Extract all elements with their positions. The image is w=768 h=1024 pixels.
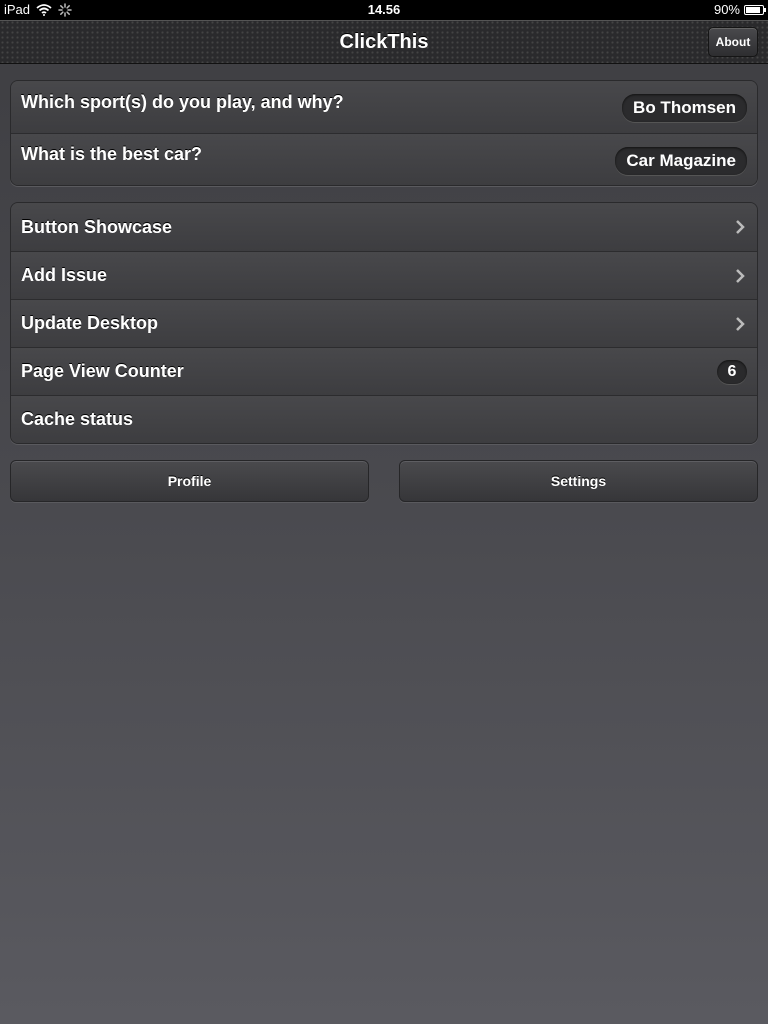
chevron-right-icon xyxy=(736,316,745,331)
status-right: 90% xyxy=(713,2,766,17)
question-row-sport[interactable]: Which sport(s) do you play, and why? Bo … xyxy=(11,81,757,133)
question-label: What is the best car? xyxy=(21,144,203,164)
status-bar: iPad 14.56 90% xyxy=(0,0,768,20)
menu-item-label: Cache status xyxy=(21,409,134,429)
menu-item-add-issue[interactable]: Add Issue xyxy=(11,251,757,299)
menu-item-page-view-counter: Page View Counter 6 xyxy=(11,347,757,395)
battery-fill xyxy=(746,6,760,13)
answer-pill: Car Magazine xyxy=(615,147,747,175)
status-time: 14.56 xyxy=(367,2,401,17)
menu-group: Button Showcase Add Issue Update Desktop… xyxy=(10,202,758,444)
chevron-right-icon xyxy=(736,268,745,283)
navigation-bar: ClickThis About xyxy=(0,20,768,64)
settings-button[interactable]: Settings xyxy=(399,460,758,502)
menu-item-label: Update Desktop xyxy=(21,313,159,333)
question-label: Which sport(s) do you play, and why? xyxy=(21,91,344,112)
battery-icon xyxy=(744,4,766,15)
battery-percentage: 90% xyxy=(713,2,740,17)
chevron-right-icon xyxy=(736,220,745,234)
profile-button[interactable]: Profile xyxy=(10,460,369,502)
page-title: ClickThis xyxy=(339,31,429,53)
questions-group: Which sport(s) do you play, and why? Bo … xyxy=(10,80,758,186)
question-row-car[interactable]: What is the best car? Car Magazine xyxy=(11,133,757,185)
count-badge: 6 xyxy=(717,359,747,384)
menu-item-label: Add Issue xyxy=(21,265,108,285)
menu-item-button-showcase[interactable]: Button Showcase xyxy=(11,203,757,251)
menu-item-label: Button Showcase xyxy=(21,216,173,237)
menu-item-label: Page View Counter xyxy=(21,361,184,381)
menu-item-update-desktop[interactable]: Update Desktop xyxy=(11,299,757,347)
about-button[interactable]: About xyxy=(708,27,758,57)
menu-item-cache-status: Cache status xyxy=(11,395,757,443)
answer-pill: Bo Thomsen xyxy=(622,94,747,122)
